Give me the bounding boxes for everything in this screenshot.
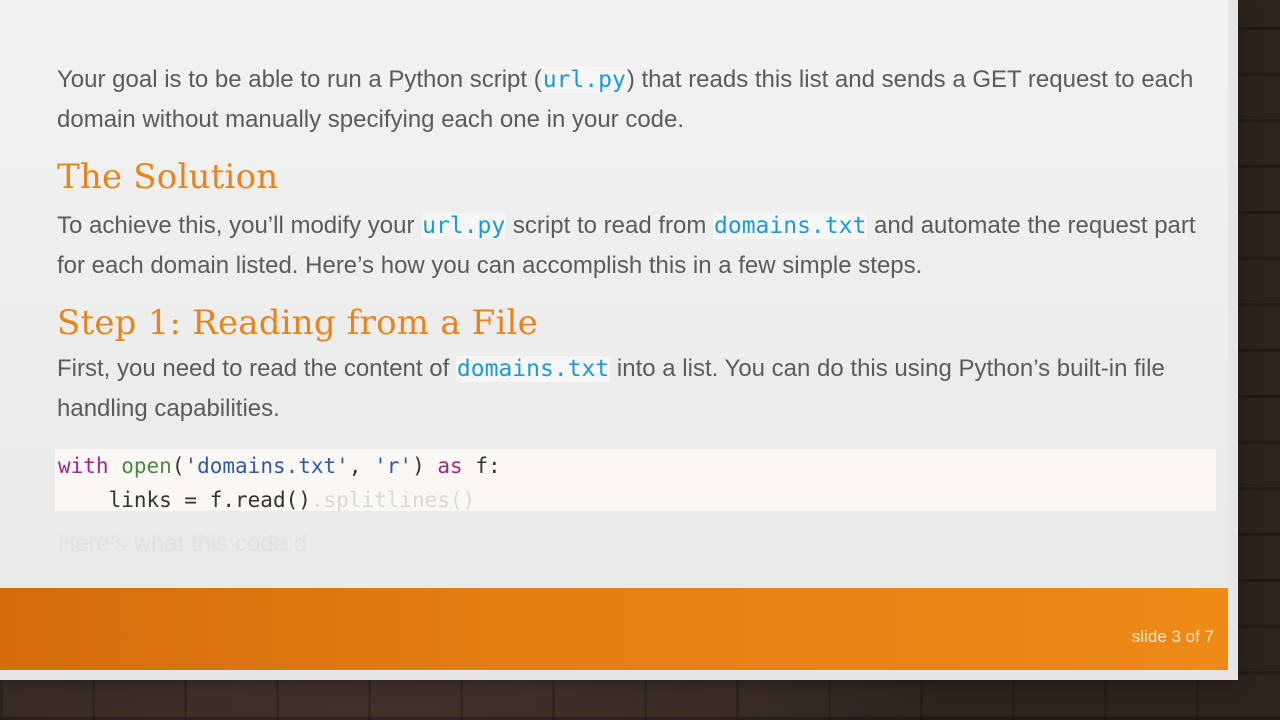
inline-code: url.py <box>421 213 507 239</box>
punct: ( <box>171 454 185 478</box>
slide-content: Your goal is to be able to run a Python … <box>57 60 1217 428</box>
slide-number: slide 3 of 7 <box>1131 627 1214 646</box>
code-block: with open('domains.txt', 'r') as f: link… <box>55 449 1216 512</box>
punct: , <box>348 454 375 478</box>
code-line-2: links = f.read().splitlines() <box>55 483 1216 517</box>
footer-bar: slide 3 of 7 <box>0 588 1228 670</box>
code-line-1: with open('domains.txt', 'r') as f: <box>55 449 1216 483</box>
string: 'r' <box>374 454 413 478</box>
heading-solution: The Solution <box>57 157 279 197</box>
code-text: f: <box>462 454 501 478</box>
keyword: with <box>58 454 109 478</box>
text-span: script to read from <box>506 212 713 239</box>
string: 'domains.txt' <box>184 454 349 478</box>
inline-code: domains.txt <box>455 356 611 382</box>
fading-text: Here’s what this code d <box>58 530 308 557</box>
text-span: To achieve this, you’ll modify your <box>57 212 422 239</box>
heading-step-1: Step 1: Reading from a File <box>57 303 538 343</box>
code-text: links = f.read() <box>108 488 311 512</box>
text-span: Your goal is to be able to run a Python … <box>57 66 542 93</box>
intro-paragraph: Your goal is to be able to run a Python … <box>57 60 1217 139</box>
builtin: open <box>121 454 172 478</box>
code-text-faded: .splitlines() <box>310 488 476 512</box>
punct: ) <box>412 454 438 478</box>
solution-paragraph: To achieve this, you’ll modify your url.… <box>57 206 1217 285</box>
text-span: First, you need to read the content of <box>57 355 456 382</box>
inline-code: url.py <box>541 67 627 93</box>
inline-code: domains.txt <box>713 213 868 239</box>
step1-paragraph: First, you need to read the content of d… <box>57 349 1217 428</box>
slide: Your goal is to be able to run a Python … <box>0 0 1228 670</box>
keyword: as <box>437 454 463 478</box>
